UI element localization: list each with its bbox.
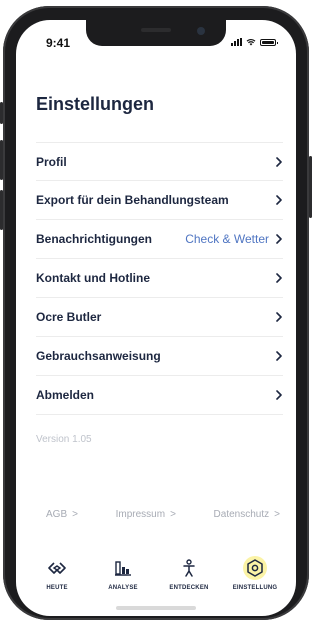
chevron-right-icon: > <box>274 509 280 520</box>
front-camera <box>197 27 205 35</box>
tab-einstellung[interactable]: EINSTELLUNG <box>225 556 285 606</box>
impressum-link-label: Impressum <box>115 509 166 520</box>
menu-item-profil[interactable]: Profil <box>36 142 283 181</box>
menu-item-value: Check & Wetter <box>185 232 269 246</box>
agb-link[interactable]: AGB > <box>46 509 78 520</box>
link-icon <box>48 562 66 574</box>
tab-label: HEUTE <box>46 585 68 591</box>
chevron-right-icon <box>276 312 282 322</box>
signal-icon <box>231 38 242 46</box>
status-icons <box>231 38 278 46</box>
menu-item-label: Ocre Butler <box>36 310 102 324</box>
status-time: 9:41 <box>46 36 71 50</box>
menu-item-label: Kontakt und Hotline <box>36 271 150 285</box>
version-label: Version 1.05 <box>36 434 92 445</box>
notch <box>86 20 226 46</box>
settings-menu: Profil Export für dein Behandlungsteam B… <box>36 142 283 415</box>
volume-down-button <box>0 190 3 230</box>
menu-item-export[interactable]: Export für dein Behandlungsteam <box>36 181 283 220</box>
silent-switch <box>0 102 3 124</box>
battery-icon <box>260 38 278 46</box>
chevron-right-icon: > <box>72 509 78 520</box>
volume-up-button <box>0 140 3 180</box>
menu-item-benachrichtigungen[interactable]: Benachrichtigungen Check & Wetter <box>36 220 283 259</box>
footer-links: AGB > Impressum > Datenschutz > <box>16 509 296 520</box>
bar-chart-icon <box>115 561 131 576</box>
speaker <box>141 28 171 32</box>
menu-item-label: Abmelden <box>36 388 95 402</box>
menu-item-ocre-butler[interactable]: Ocre Butler <box>36 298 283 337</box>
agb-link-label: AGB <box>46 509 68 520</box>
menu-item-kontakt[interactable]: Kontakt und Hotline <box>36 259 283 298</box>
datenschutz-link[interactable]: Datenschutz > <box>214 509 280 520</box>
impressum-link[interactable]: Impressum > <box>116 509 176 520</box>
chevron-right-icon <box>276 273 282 283</box>
tab-analyse[interactable]: ANALYSE <box>93 556 153 606</box>
tab-label: ENTDECKEN <box>169 585 209 591</box>
tab-entdecken[interactable]: ENTDECKEN <box>159 556 219 606</box>
wifi-icon <box>246 39 256 46</box>
tab-label: ANALYSE <box>108 585 138 591</box>
chevron-right-icon <box>276 351 282 361</box>
menu-item-gebrauchsanweisung[interactable]: Gebrauchsanweisung <box>36 337 283 376</box>
tab-bar: HEUTE ANALYSE ENTDECKEN EINSTELLUNG <box>16 556 296 606</box>
chevron-right-icon <box>276 390 282 400</box>
menu-item-label: Gebrauchsanweisung <box>36 349 161 363</box>
power-button <box>309 156 312 218</box>
menu-item-label: Profil <box>36 154 67 169</box>
datenschutz-link-label: Datenschutz <box>213 509 270 520</box>
tab-label: EINSTELLUNG <box>232 585 278 591</box>
chevron-right-icon <box>276 195 282 205</box>
figure-icon <box>183 559 195 577</box>
page-title: Einstellungen <box>36 94 155 114</box>
tab-heute[interactable]: HEUTE <box>27 556 87 606</box>
chevron-right-icon <box>276 234 282 244</box>
chevron-right-icon: > <box>170 509 176 520</box>
screen: 9:41 Einstellungen Profil Export für dei… <box>16 20 296 616</box>
hexagon-icon <box>247 559 263 577</box>
menu-item-label: Export für dein Behandlungsteam <box>36 193 229 207</box>
phone-frame: 9:41 Einstellungen Profil Export für dei… <box>0 6 312 620</box>
menu-item-label: Benachrichtigungen <box>36 232 153 246</box>
home-indicator <box>116 606 196 610</box>
chevron-right-icon <box>276 156 282 167</box>
menu-item-abmelden[interactable]: Abmelden <box>36 376 283 415</box>
